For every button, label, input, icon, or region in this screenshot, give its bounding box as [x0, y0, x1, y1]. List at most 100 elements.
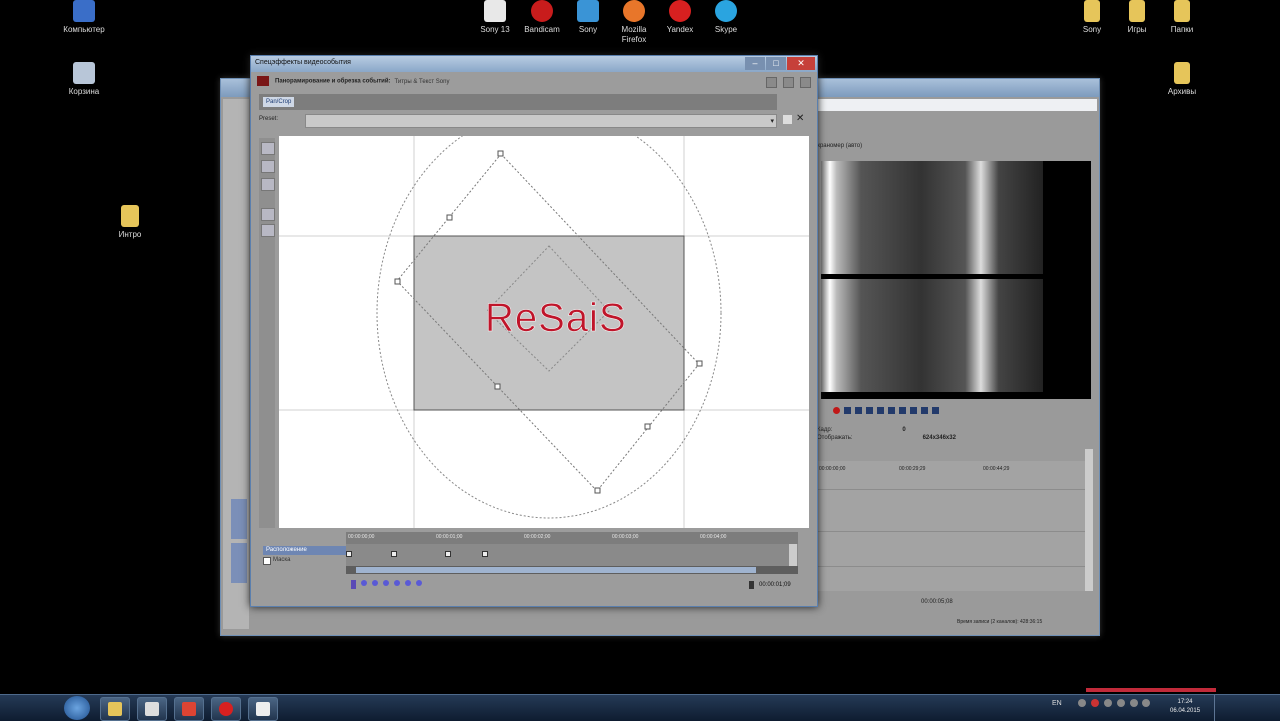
desktop-icon-archives[interactable]: Архивы — [1150, 62, 1214, 97]
taskbar-button[interactable] — [137, 697, 167, 721]
tray-icon[interactable] — [1103, 699, 1112, 707]
show-desktop-button[interactable] — [1214, 695, 1229, 721]
record-icon[interactable] — [833, 407, 840, 414]
desktop-icon-recycle-bin[interactable]: Корзина — [52, 62, 116, 97]
add-keyframe-icon[interactable] — [383, 580, 389, 586]
start-button[interactable] — [64, 696, 90, 720]
desktop-icon-label: Корзина — [68, 87, 100, 96]
keyframe-marker[interactable] — [346, 551, 352, 557]
close-button[interactable]: ✕ — [787, 57, 815, 70]
delete-keyframe-icon[interactable] — [394, 580, 400, 586]
keyframe-vertical-scrollbar[interactable] — [789, 544, 797, 566]
language-indicator[interactable]: EN — [1052, 700, 1062, 707]
desktop-icon-label: Компьютер — [63, 25, 105, 34]
vegas-timeline[interactable]: 00:00:00;00 00:00:29;29 00:00:44;29 — [817, 461, 1085, 591]
network-icon[interactable] — [1129, 699, 1138, 707]
cursor-time: 00:00:01;09 — [759, 582, 791, 588]
taskbar-button[interactable] — [211, 697, 241, 721]
keyframe-area[interactable] — [346, 544, 798, 566]
preview-quality-label[interactable]: Экраномер (авто) — [813, 143, 862, 149]
vegas-track-thumbnail[interactable] — [231, 499, 247, 539]
desktop-icon-label: Папки — [1170, 25, 1194, 34]
clock-time: 17:24 — [1177, 699, 1193, 705]
lock-aspect-icon[interactable] — [261, 208, 275, 221]
keyframe-marker[interactable] — [445, 551, 451, 557]
timeline-track-row[interactable] — [817, 531, 1085, 532]
taskbar: EN 17:24 06.04.2015 — [0, 694, 1280, 721]
last-keyframe-icon[interactable] — [416, 580, 422, 586]
cursor-time-icon — [749, 581, 754, 589]
vegas-status: 00:00:05;08 — [921, 599, 1091, 615]
fx-chain-item[interactable]: Титры & Текст Sony — [395, 79, 450, 85]
pause-icon[interactable] — [877, 407, 884, 414]
plugin-chain-icon[interactable] — [766, 77, 777, 88]
taskbar-button[interactable] — [248, 697, 278, 721]
loop-icon[interactable] — [844, 407, 851, 414]
fx-chain-icon[interactable] — [257, 76, 269, 86]
tab-pan-crop[interactable]: Pan/Crop — [263, 97, 295, 107]
taskbar-button[interactable] — [174, 697, 204, 721]
go-to-end-icon[interactable] — [910, 407, 917, 414]
keyframe-marker[interactable] — [482, 551, 488, 557]
preset-dropdown[interactable]: ▾ — [305, 114, 777, 128]
play-icon[interactable] — [866, 407, 873, 414]
fx-titlebar[interactable]: Спецэффекты видеособытия – □ ✕ — [251, 56, 817, 72]
remove-fx-icon[interactable] — [800, 77, 811, 88]
desktop-icon-intro[interactable]: Интро — [98, 205, 162, 240]
timeline-tick: 00:00:00;00 — [819, 466, 846, 472]
preview-frame — [821, 161, 1043, 274]
delete-preset-icon[interactable]: ✕ — [796, 113, 804, 124]
keyframe-track-position[interactable]: Расположение — [263, 546, 348, 555]
normal-edit-tool-icon[interactable] — [261, 142, 275, 155]
go-to-start-icon[interactable] — [899, 407, 906, 414]
tray-icon[interactable] — [1077, 699, 1086, 707]
volume-icon[interactable] — [1142, 699, 1151, 707]
tray-icon[interactable] — [1116, 699, 1125, 707]
play-from-start-icon[interactable] — [855, 407, 862, 414]
timeline-track-row[interactable] — [817, 566, 1085, 567]
desktop-icon-skype[interactable]: Skype — [694, 0, 758, 35]
first-keyframe-icon[interactable] — [361, 580, 367, 586]
save-preset-icon[interactable] — [783, 115, 792, 124]
show-properties-icon[interactable] — [261, 160, 275, 173]
system-tray: EN — [1052, 699, 1151, 707]
vegas-menu-bar[interactable] — [811, 99, 1097, 111]
keyframe-track-mask[interactable]: Маска — [263, 556, 355, 565]
folder-icon — [1174, 0, 1190, 22]
size-about-center-icon[interactable] — [261, 224, 275, 237]
bandicam-record-bar — [1086, 688, 1216, 692]
keyframe-transport — [351, 580, 422, 589]
keyframe-ruler[interactable]: 00:00:00;00 00:00:01;00 00:00:02;00 00:0… — [346, 532, 798, 544]
tray-icon[interactable] — [1090, 699, 1099, 707]
minimize-button[interactable]: – — [745, 57, 765, 70]
fx-chain-active-item[interactable]: Панорамирование и обрезка событий: — [275, 79, 391, 85]
folder-icon — [1084, 0, 1100, 22]
vegas-track-thumbnail[interactable] — [231, 543, 247, 583]
prev-keyframe-icon[interactable] — [372, 580, 378, 586]
sync-cursor-icon[interactable] — [351, 580, 356, 589]
next-keyframe-icon[interactable] — [405, 580, 411, 586]
video-fx-window[interactable]: Спецэффекты видеособытия – □ ✕ Панорамир… — [250, 55, 818, 607]
stop-icon[interactable] — [888, 407, 895, 414]
chevron-down-icon[interactable]: ▾ — [770, 117, 774, 125]
next-frame-icon[interactable] — [932, 407, 939, 414]
taskbar-button[interactable] — [100, 697, 130, 721]
timeline-track-row[interactable] — [817, 489, 1085, 490]
desktop-icon-label: Интро — [118, 230, 142, 239]
bypass-icon[interactable] — [783, 77, 794, 88]
fx-chain-row: Панорамирование и обрезка событий: Титры … — [257, 76, 777, 88]
folder-icon — [1174, 62, 1190, 84]
desktop-icon-computer[interactable]: Компьютер — [52, 0, 116, 35]
pan-crop-workspace[interactable]: ReSaiS — [279, 136, 809, 528]
status-time: 00:00:05;08 — [921, 599, 953, 605]
timeline-vertical-scrollbar[interactable] — [1085, 449, 1093, 591]
prev-frame-icon[interactable] — [921, 407, 928, 414]
keyframe-marker[interactable] — [391, 551, 397, 557]
keyframe-scrollbar[interactable] — [346, 566, 798, 574]
desktop-icon-folders[interactable]: Папки — [1150, 0, 1214, 35]
timeline-tick: 00:00:44;29 — [983, 466, 1010, 472]
maximize-button[interactable]: □ — [766, 57, 786, 70]
clock[interactable]: 17:24 06.04.2015 — [1170, 698, 1200, 716]
scrollbar-thumb[interactable] — [356, 567, 756, 573]
move-free-icon[interactable] — [261, 178, 275, 191]
